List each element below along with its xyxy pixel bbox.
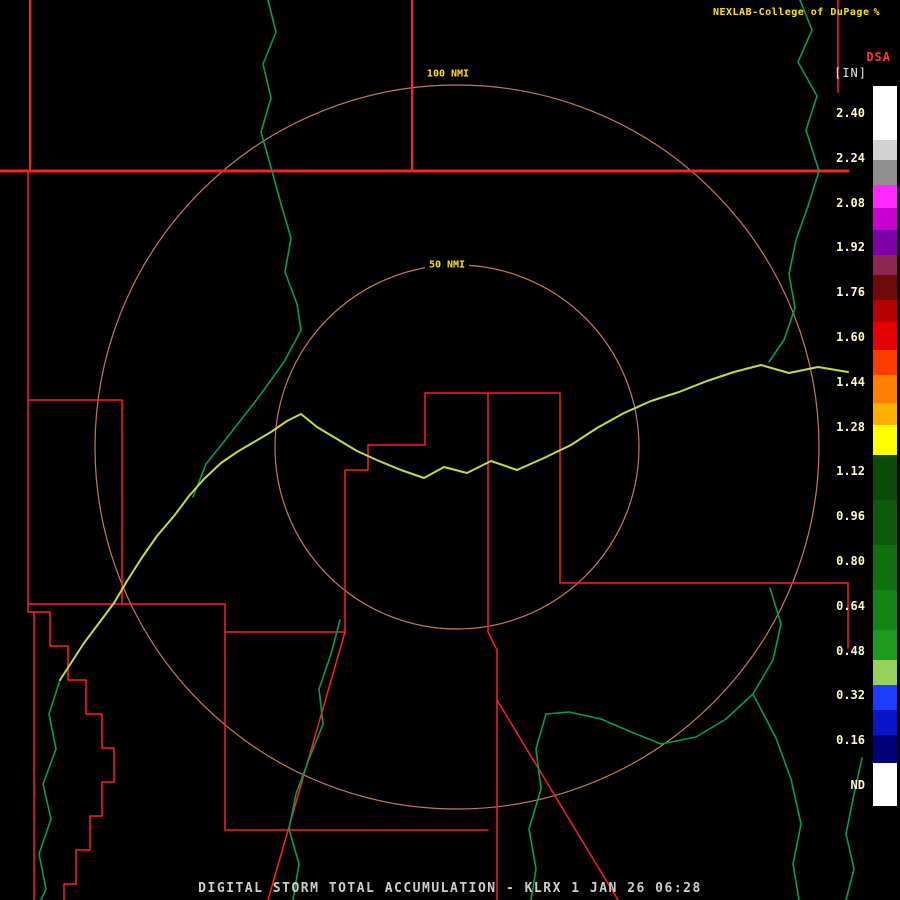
colorbar-band [873, 255, 897, 275]
colorbar-band [873, 455, 897, 500]
colorbar-band [873, 425, 897, 455]
highlighted-river-line [59, 364, 849, 681]
river-line [288, 619, 341, 900]
colorbar-value-label: 0.80 [836, 554, 865, 568]
colorbar-band [873, 300, 897, 322]
colorbar-value-label: ND [850, 778, 865, 792]
colorbar-value-label: 1.28 [836, 420, 865, 434]
colorbar-band [873, 185, 897, 208]
colorbar-band [873, 160, 897, 185]
colorbar-band [873, 140, 897, 160]
range-ring-label: 100 NMI [422, 67, 474, 81]
colorbar-value-label: 1.12 [836, 464, 865, 478]
colorbar-band [873, 590, 897, 630]
colorbar-band [873, 350, 897, 375]
colorbar-band [873, 275, 897, 300]
colorbar-value-label: 1.92 [836, 240, 865, 254]
colorbar-value-label: 0.48 [836, 644, 865, 658]
colorbar-band [873, 208, 897, 230]
range-ring-label: 50 NMI [424, 258, 470, 272]
range-ring [274, 264, 640, 630]
colorbar-band [873, 763, 897, 806]
colorbar-band [873, 735, 897, 763]
colorbar-bands [873, 86, 897, 806]
radar-screen: NEXLAB-College of DuPage% DSA [IN] 2.40 2… [0, 0, 900, 900]
colorbar-band [873, 630, 897, 660]
colorbar-band [873, 86, 897, 140]
river-line [528, 713, 547, 900]
colorbar-value-label: 0.16 [836, 733, 865, 747]
product-units-label: [IN] [834, 66, 867, 80]
colorbar-value-label: 0.32 [836, 688, 865, 702]
nexlab-logo-glyph: % [873, 7, 880, 18]
county-boundary-line [121, 392, 426, 633]
colorbar-band [873, 230, 897, 255]
product-code-label: DSA [866, 50, 891, 64]
colorbar-band [873, 660, 897, 685]
colorbar: 2.40 2.24 2.08 1.92 1.76 1.60 1.44 1.28 1.12 0.96… [777, 86, 897, 806]
colorbar-band [873, 403, 897, 425]
radar-map [0, 0, 863, 900]
county-boundary-line [224, 631, 489, 831]
product-title: DIGITAL STORM TOTAL ACCUMULATION - KLRX … [198, 881, 702, 896]
colorbar-value-label: 0.64 [836, 599, 865, 613]
colorbar-band [873, 500, 897, 545]
colorbar-band [873, 545, 897, 590]
colorbar-value-label: 2.24 [836, 151, 865, 165]
county-boundary-line [27, 399, 123, 605]
colorbar-band [873, 375, 897, 403]
branding-text: NEXLAB-College of DuPage [712, 7, 870, 18]
colorbar-value-label: 1.76 [836, 285, 865, 299]
colorbar-value-label: 1.44 [836, 375, 865, 389]
range-ring [94, 84, 820, 810]
colorbar-band [873, 322, 897, 350]
colorbar-band [873, 685, 897, 710]
branding: NEXLAB-College of DuPage% [713, 7, 880, 18]
county-boundary-line [27, 611, 115, 900]
colorbar-value-label: 1.60 [836, 330, 865, 344]
colorbar-value-label: 2.08 [836, 196, 865, 210]
colorbar-value-label: 0.96 [836, 509, 865, 523]
county-boundary-line [487, 392, 498, 900]
colorbar-value-label: 2.40 [836, 106, 865, 120]
colorbar-band [873, 710, 897, 735]
county-boundary-line [496, 699, 619, 900]
river-line [38, 679, 61, 900]
